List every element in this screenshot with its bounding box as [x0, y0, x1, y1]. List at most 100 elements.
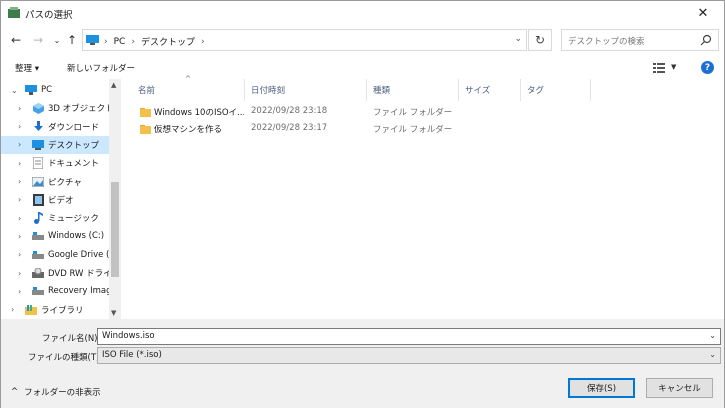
- forward-button[interactable]: →: [30, 31, 46, 49]
- save-button[interactable]: 保存(S): [568, 378, 635, 398]
- pc-icon: [86, 35, 99, 45]
- chevron-down-icon[interactable]: ⌄: [11, 86, 18, 95]
- nav-item[interactable]: › Windows (C:): [1, 227, 109, 245]
- column-name[interactable]: 名前: [132, 79, 245, 101]
- nav-item-label: ビデオ: [48, 195, 74, 206]
- nav-item-label: PC: [41, 85, 53, 95]
- navigation-scrollbar[interactable]: ▲ ▼: [109, 79, 121, 319]
- address-bar[interactable]: › PC › デスクトップ › ⌄: [82, 29, 527, 51]
- nav-item[interactable]: › ビデオ: [1, 191, 109, 209]
- search-input[interactable]: デスクトップの検索: [568, 35, 645, 47]
- chevron-right-icon[interactable]: ›: [18, 232, 21, 241]
- chevron-right-icon[interactable]: ›: [18, 250, 21, 259]
- close-button[interactable]: ✕: [682, 1, 724, 25]
- chevron-down-icon: ⌄: [709, 350, 716, 359]
- column-header-row: 名前 日付時刻 種類 サイズ タグ: [132, 79, 722, 101]
- nav-item[interactable]: › ライブラリ: [1, 301, 109, 319]
- nav-item[interactable]: › ドキュメント: [1, 154, 109, 172]
- chevron-right-icon[interactable]: ›: [18, 214, 21, 223]
- nav-item-label: 3D オブジェクト: [48, 104, 109, 115]
- music-icon: [32, 212, 44, 225]
- save-dialog-window: パスの選択 ✕ ← → ⌄ ↑ › PC › デスクトップ › ⌄ ↻ デスクト…: [0, 0, 725, 408]
- up-button[interactable]: ↑: [64, 31, 80, 49]
- nav-item[interactable]: › ピクチャ: [1, 173, 109, 191]
- refresh-icon: ↻: [534, 33, 546, 47]
- nav-item-label: ミュージック: [48, 214, 99, 225]
- breadcrumb-separator: ›: [200, 36, 205, 47]
- chevron-right-icon[interactable]: ›: [11, 305, 14, 314]
- back-button[interactable]: ←: [8, 31, 24, 49]
- filetype-label: ファイルの種類(T):: [28, 353, 103, 363]
- breadcrumb-desktop[interactable]: デスクトップ: [141, 35, 195, 48]
- drive-icon: [32, 249, 44, 261]
- chevron-right-icon[interactable]: ›: [18, 195, 21, 204]
- nav-item[interactable]: › ダウンロード: [1, 118, 109, 136]
- libraries-icon: [25, 304, 37, 316]
- search-box[interactable]: デスクトップの検索: [561, 29, 719, 51]
- file-row[interactable]: Windows 10のISOイ... 2022/09/28 23:18 ファイル…: [132, 104, 722, 120]
- title-bar: パスの選択 ✕: [1, 1, 724, 25]
- download-icon: [32, 121, 44, 133]
- breadcrumb-separator: ›: [104, 36, 108, 47]
- help-icon[interactable]: ?: [701, 61, 714, 74]
- 3d-objects-icon: [32, 102, 44, 114]
- column-size[interactable]: サイズ: [459, 79, 521, 101]
- chevron-right-icon[interactable]: ›: [18, 269, 21, 278]
- view-options-icon[interactable]: [653, 63, 665, 73]
- file-row[interactable]: 仮想マシンを作る 2022/09/28 23:17 ファイル フォルダー: [132, 121, 722, 137]
- new-folder-button[interactable]: 新しいフォルダー: [67, 62, 135, 74]
- cancel-button[interactable]: キャンセル: [646, 378, 713, 398]
- nav-item[interactable]: ⌄ PC: [1, 81, 109, 99]
- chevron-right-icon[interactable]: ›: [18, 104, 21, 113]
- address-history-dropdown[interactable]: ⌄: [514, 34, 522, 44]
- nav-item[interactable]: › デスクトップ: [1, 135, 109, 154]
- pc-icon: [25, 84, 37, 96]
- breadcrumb-pc[interactable]: PC: [114, 37, 126, 47]
- close-icon: ✕: [697, 5, 709, 21]
- nav-item-label: DVD RW ドライブ: [48, 269, 109, 279]
- chevron-down-icon[interactable]: ⌄: [709, 331, 716, 340]
- recent-locations-button[interactable]: ⌄: [49, 31, 65, 49]
- filename-label: ファイル名(N):: [42, 334, 101, 344]
- nav-item-label: Google Drive (G: [48, 249, 109, 260]
- video-icon: [32, 193, 44, 206]
- hide-folders-toggle[interactable]: ^ フォルダーの非表示: [11, 386, 101, 398]
- nav-item-label: Windows (C:): [48, 231, 105, 242]
- scroll-down-icon[interactable]: ▼: [111, 309, 116, 317]
- chevron-right-icon[interactable]: ›: [18, 177, 21, 186]
- command-bar: 整理 ▾ 新しいフォルダー: [1, 58, 724, 78]
- refresh-button[interactable]: ↻: [528, 29, 552, 51]
- filename-value: Windows.iso: [102, 331, 155, 341]
- chevron-right-icon[interactable]: ›: [18, 287, 21, 296]
- column-tags[interactable]: タグ: [521, 79, 591, 101]
- organize-button[interactable]: 整理 ▾: [15, 62, 39, 74]
- chevron-right-icon[interactable]: ›: [18, 140, 21, 149]
- filename-input[interactable]: Windows.iso ⌄: [97, 328, 721, 345]
- nav-item[interactable]: › Google Drive (G: [1, 246, 109, 264]
- column-date[interactable]: 日付時刻: [245, 79, 367, 101]
- documents-icon: [32, 157, 44, 170]
- nav-item[interactable]: › 3D オブジェクト: [1, 99, 109, 117]
- arrow-up-icon: ↑: [66, 33, 78, 47]
- file-type: ファイル フォルダー: [373, 125, 453, 135]
- nav-item[interactable]: › Recovery Imag: [1, 282, 109, 300]
- scroll-thumb[interactable]: [111, 182, 119, 277]
- file-type: ファイル フォルダー: [373, 108, 453, 118]
- chevron-right-icon[interactable]: ›: [18, 159, 21, 168]
- pictures-icon: [32, 176, 44, 188]
- drive-icon: [32, 285, 44, 297]
- folder-icon: [140, 108, 151, 117]
- breadcrumb: › PC › デスクトップ ›: [104, 35, 205, 49]
- hide-folders-label: フォルダーの非表示: [24, 388, 101, 398]
- nav-item[interactable]: › ミュージック: [1, 209, 109, 227]
- window-title: パスの選択: [25, 10, 73, 21]
- desktop-icon: [32, 139, 44, 151]
- column-type[interactable]: 種類: [367, 79, 459, 101]
- nav-item-label: Recovery Imag: [48, 286, 109, 297]
- filetype-select[interactable]: ISO File (*.iso) ⌄: [97, 347, 721, 364]
- scroll-up-icon[interactable]: ▲: [111, 81, 116, 89]
- nav-item[interactable]: › DVD RW ドライブ: [1, 264, 109, 282]
- chevron-right-icon[interactable]: ›: [18, 122, 21, 131]
- breadcrumb-separator: ›: [131, 36, 135, 47]
- view-dropdown-icon[interactable]: ▼: [671, 63, 676, 71]
